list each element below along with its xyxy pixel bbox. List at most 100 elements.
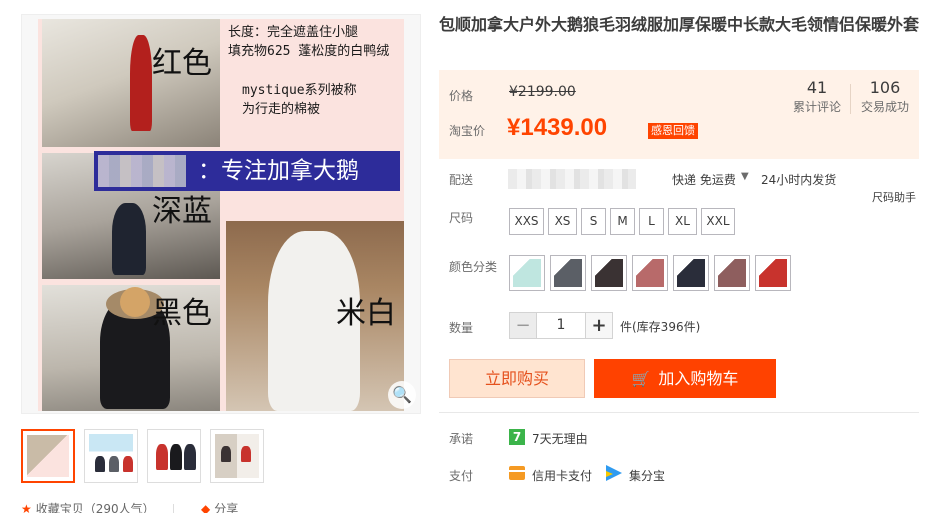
cart-icon: 🛒 xyxy=(631,370,651,388)
shipping-time: 24小时内发货 xyxy=(761,173,837,187)
color-label: 颜色分类 xyxy=(449,260,498,274)
size-option-xxs[interactable]: XXS xyxy=(509,208,544,235)
color-option-3[interactable] xyxy=(591,255,627,291)
quantity-input[interactable]: 1 xyxy=(537,312,585,339)
thumbnail-2[interactable] xyxy=(84,429,138,483)
thumbnail-3-image xyxy=(152,434,196,478)
color-swatch xyxy=(718,259,746,287)
favorite-share-row: ★ 收藏宝贝（290人气） ◆ 分享 xyxy=(21,500,421,513)
thumb-figure xyxy=(170,444,182,470)
jifenbao-icon xyxy=(606,465,622,481)
size-option-l[interactable]: L xyxy=(639,208,664,235)
shipping-origin-blurred xyxy=(508,169,636,189)
quantity-decrease-button[interactable]: − xyxy=(509,312,537,339)
blurred-logo xyxy=(98,155,186,187)
size-option-s[interactable]: S xyxy=(581,208,606,235)
quantity-increase-button[interactable]: + xyxy=(585,312,613,339)
size-option-xl[interactable]: XL xyxy=(668,208,697,235)
size-label: 尺码 xyxy=(449,211,474,225)
thumbnail-4-image xyxy=(215,434,259,478)
thumbnail-1[interactable] xyxy=(21,429,75,483)
payment-label: 支付 xyxy=(449,469,474,483)
red-coat-figure xyxy=(130,35,152,131)
color-option-2[interactable] xyxy=(550,255,586,291)
thumbnail-1-image xyxy=(27,435,69,477)
sold-stat: 106 交易成功 xyxy=(850,78,920,116)
color-option-4[interactable] xyxy=(632,255,668,291)
thumb-figure xyxy=(184,444,196,470)
stock-text: 件(库存396件) xyxy=(620,320,701,334)
price-panel: 价格 ¥2199.00 淘宝价 ¥1439.00 感恩回馈 41 累计评论 10… xyxy=(439,70,919,159)
shipping-label: 配送 xyxy=(449,173,474,187)
photo-black-coat: 黑色 xyxy=(42,285,220,411)
jifenbao-payment[interactable]: 集分宝 xyxy=(629,467,665,484)
quantity-label: 数量 xyxy=(449,321,474,335)
cat-face-sticker xyxy=(120,287,150,317)
reviews-count: 41 xyxy=(806,78,828,97)
section-divider xyxy=(439,412,919,413)
color-text-navy: 深蓝 xyxy=(152,194,212,229)
favorite-label: 收藏宝贝（290人气） xyxy=(35,502,155,513)
promise-label: 承诺 xyxy=(449,432,474,446)
promo-price: ¥1439.00 xyxy=(507,114,608,141)
thumbnail-3[interactable] xyxy=(147,429,201,483)
star-icon: ★ xyxy=(21,502,32,513)
divider xyxy=(173,504,174,513)
add-to-cart-label: 加入购物车 xyxy=(658,369,739,388)
sold-count: 106 xyxy=(869,78,901,97)
thumb-figure xyxy=(123,456,133,472)
color-option-1[interactable] xyxy=(509,255,545,291)
feature-text: 长度：完全遮盖住小腿 填充物625 蓬松度的白鸭绒 mystique系列被称 为… xyxy=(226,19,404,147)
color-swatch xyxy=(759,259,787,287)
feature-line-4: 为行走的棉被 xyxy=(242,102,321,117)
original-price: ¥2199.00 xyxy=(509,84,576,100)
color-option-7[interactable] xyxy=(755,255,791,291)
color-text-red: 红色 xyxy=(152,46,212,81)
share-label: 分享 xyxy=(214,502,239,513)
color-swatch xyxy=(636,259,664,287)
color-text-white: 米白 xyxy=(336,296,396,331)
color-swatch xyxy=(513,259,541,287)
credit-card-icon xyxy=(509,466,525,480)
thumbnail-2-image xyxy=(89,434,133,478)
color-swatch xyxy=(677,259,705,287)
size-option-xs[interactable]: XS xyxy=(548,208,577,235)
buy-now-button[interactable]: 立即购买 xyxy=(449,359,585,398)
size-option-m[interactable]: M xyxy=(610,208,635,235)
taobao-price-label: 淘宝价 xyxy=(449,124,486,138)
reviews-stat[interactable]: 41 累计评论 xyxy=(782,78,852,116)
credit-card-payment[interactable]: 信用卡支付 xyxy=(532,467,592,484)
favorite-link[interactable]: ★ 收藏宝贝（290人气） xyxy=(21,500,155,513)
color-swatch xyxy=(595,259,623,287)
photo-white-coat: 米白 xyxy=(226,221,404,411)
color-option-5[interactable] xyxy=(673,255,709,291)
add-to-cart-button[interactable]: 🛒 加入购物车 xyxy=(594,359,776,398)
zoom-icon[interactable]: 🔍 xyxy=(388,381,416,409)
product-collage: 红色 长度：完全遮盖住小腿 填充物625 蓬松度的白鸭绒 mystique系列被… xyxy=(38,19,404,411)
sold-label: 交易成功 xyxy=(860,100,909,114)
promise-text[interactable]: 7天无理由 xyxy=(532,430,588,447)
photo-red-coat: 红色 xyxy=(42,19,220,147)
product-title: 包顺加拿大户外大鹅狼毛羽绒服加厚保暖中长款大毛领情侣保暖外套 xyxy=(439,15,920,34)
chevron-down-icon[interactable]: ▼ xyxy=(741,171,749,182)
main-product-image[interactable]: 红色 长度：完全遮盖住小腿 填充物625 蓬松度的白鸭绒 mystique系列被… xyxy=(21,14,421,414)
thumb-figure xyxy=(156,444,168,470)
thumb-figure xyxy=(221,446,231,462)
thumb-figure xyxy=(95,456,105,472)
reviews-label: 累计评论 xyxy=(792,100,841,114)
thumb-figure xyxy=(109,456,119,472)
color-text-black: 黑色 xyxy=(152,296,212,331)
seven-day-return-icon: 7 xyxy=(509,429,525,445)
color-option-6[interactable] xyxy=(714,255,750,291)
size-helper-link[interactable]: 尺码助手 xyxy=(872,189,916,205)
size-option-xxl[interactable]: XXL xyxy=(701,208,735,235)
share-link[interactable]: ◆ 分享 xyxy=(201,500,238,513)
feature-line-1: 长度：完全遮盖住小腿 xyxy=(228,25,359,40)
promo-tag-badge: 感恩回馈 xyxy=(648,123,698,139)
shipping-method[interactable]: 快递 免运费 xyxy=(672,171,736,188)
thumbnail-4[interactable] xyxy=(210,429,264,483)
thumb-figure xyxy=(241,446,251,462)
navy-coat-figure xyxy=(112,203,146,275)
feature-line-3: mystique系列被称 xyxy=(242,83,357,98)
share-icon: ◆ xyxy=(201,502,211,513)
